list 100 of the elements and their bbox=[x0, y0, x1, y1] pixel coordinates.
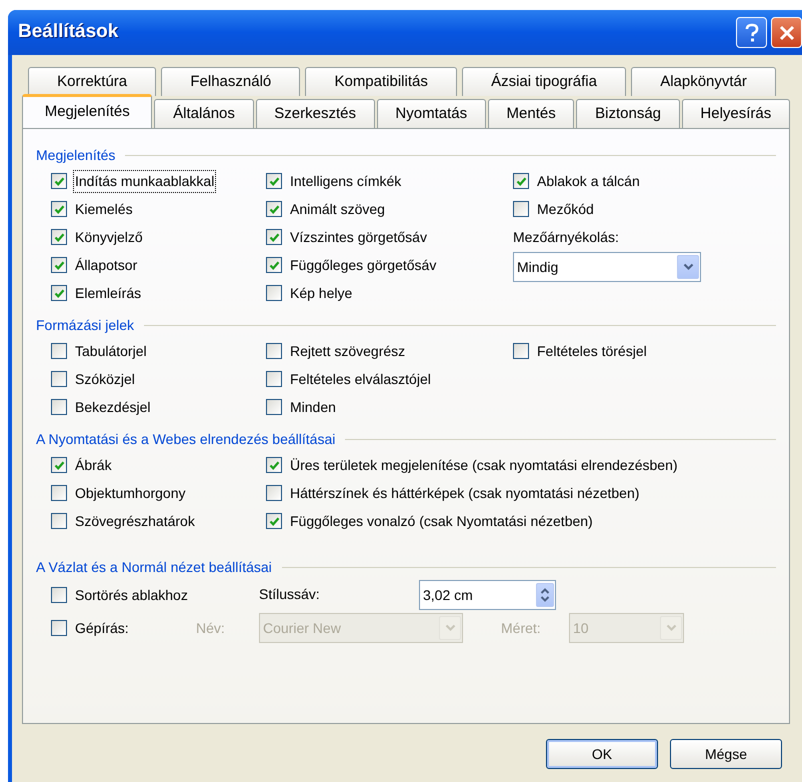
dropdown-arrow-button[interactable] bbox=[677, 255, 699, 279]
checkbox[interactable] bbox=[266, 257, 282, 273]
tab[interactable]: Alapkönyvtár bbox=[631, 67, 776, 96]
checkbox-label: Intelligens címkék bbox=[289, 172, 402, 191]
checkbox-label: Bekezdésjel bbox=[74, 398, 152, 417]
close-button[interactable] bbox=[771, 17, 802, 48]
checkbox[interactable] bbox=[266, 343, 282, 359]
checkbox-label: Állapotsor bbox=[74, 256, 138, 275]
checkbox[interactable] bbox=[266, 485, 282, 501]
checkbox-label: Rejtett szövegrész bbox=[289, 342, 406, 361]
checkbox-label: Indítás munkaablakkal bbox=[74, 170, 216, 192]
checkmark-icon bbox=[268, 516, 280, 526]
checkbox[interactable] bbox=[51, 399, 67, 415]
checkmark-icon bbox=[268, 260, 280, 270]
tab[interactable]: Korrektúra bbox=[28, 67, 156, 96]
checkmark-icon bbox=[516, 176, 526, 186]
checkmark-icon bbox=[54, 176, 64, 186]
checkbox-label: Üres területek megjelenítése (csak nyomtatási elrendezésben) bbox=[289, 456, 679, 475]
tab[interactable]: Ázsiai tipográfia bbox=[462, 67, 626, 96]
checkbox[interactable] bbox=[51, 485, 67, 501]
spin-buttons[interactable] bbox=[536, 583, 554, 607]
checkbox[interactable] bbox=[51, 201, 67, 217]
tab[interactable]: Nyomtatás bbox=[376, 99, 486, 128]
checkbox-label: Függőleges vonalzó (csak Nyomtatási nézetben) bbox=[289, 512, 594, 531]
dialog-button[interactable]: Mégse bbox=[670, 739, 782, 769]
tab[interactable]: Helyesírás bbox=[682, 99, 790, 128]
checkbox[interactable] bbox=[51, 587, 67, 603]
tab[interactable]: Biztonság bbox=[576, 99, 680, 128]
help-button[interactable] bbox=[736, 17, 767, 48]
checkbox-label: Szóközjel bbox=[74, 370, 136, 389]
checkbox[interactable] bbox=[51, 229, 67, 245]
checkbox[interactable] bbox=[266, 201, 282, 217]
checkbox-label: Gépírás: bbox=[74, 618, 130, 638]
field-label: Név: bbox=[196, 618, 225, 638]
field-label: Stílussáv: bbox=[259, 586, 320, 602]
spin-field[interactable]: 3,02 cm bbox=[419, 580, 556, 610]
checkbox-label: Animált szöveg bbox=[289, 200, 386, 219]
checkbox[interactable] bbox=[513, 173, 529, 189]
group-heading: Formázási jelek bbox=[36, 316, 134, 335]
tab[interactable]: Kompatibilitás bbox=[305, 67, 457, 96]
checkbox[interactable] bbox=[51, 343, 67, 359]
checkbox-label: Vízszintes görgetősáv bbox=[289, 228, 428, 247]
checkbox[interactable] bbox=[266, 399, 282, 415]
checkbox-label: Tabulátorjel bbox=[74, 342, 148, 361]
checkbox[interactable] bbox=[266, 285, 282, 301]
checkmark-icon bbox=[54, 260, 64, 270]
checkbox[interactable] bbox=[51, 513, 67, 529]
window-title: Beállítások bbox=[18, 20, 118, 44]
checkbox[interactable] bbox=[266, 513, 282, 529]
close-icon bbox=[778, 24, 794, 40]
chevron-down-icon bbox=[444, 624, 456, 632]
checkbox[interactable] bbox=[51, 173, 67, 189]
tab[interactable]: Mentés bbox=[488, 99, 574, 128]
dialog-button[interactable]: OK bbox=[546, 739, 658, 769]
checkmark-icon bbox=[54, 204, 64, 214]
checkbox-label: Ábrák bbox=[74, 456, 113, 474]
tab[interactable]: Szerkesztés bbox=[256, 99, 375, 128]
tab[interactable]: Általános bbox=[154, 99, 254, 128]
checkbox[interactable] bbox=[51, 285, 67, 301]
checkbox[interactable] bbox=[266, 229, 282, 245]
checkbox[interactable] bbox=[266, 371, 282, 387]
field-label: Mezőárnyékolás: bbox=[513, 228, 619, 247]
checkbox[interactable] bbox=[266, 173, 282, 189]
group-heading: A Vázlat és a Normál nézet beállításai bbox=[36, 558, 272, 576]
checkbox[interactable] bbox=[51, 457, 67, 473]
checkbox-label: Mezőkód bbox=[536, 200, 595, 218]
checkbox[interactable] bbox=[513, 343, 529, 359]
checkbox-label: Kiemelés bbox=[74, 200, 134, 218]
checkbox-label: Ablakok a tálcán bbox=[536, 172, 641, 190]
checkmark-icon bbox=[54, 232, 64, 242]
checkmark-icon bbox=[268, 232, 280, 242]
dropdown[interactable]: Mindig bbox=[513, 252, 701, 282]
checkmark-icon bbox=[54, 460, 64, 470]
checkbox-label: Minden bbox=[289, 398, 337, 416]
checkbox[interactable] bbox=[51, 257, 67, 273]
checkbox-label: Objektumhorgony bbox=[74, 484, 187, 503]
checkbox-label: Könyvjelző bbox=[74, 228, 144, 247]
checkbox[interactable] bbox=[266, 457, 282, 473]
checkbox[interactable] bbox=[51, 620, 67, 636]
checkmark-icon bbox=[268, 176, 280, 186]
group-heading: Megjelenítés bbox=[36, 146, 116, 165]
checkbox-label: Feltételes elválasztójel bbox=[289, 370, 432, 389]
checkmark-icon bbox=[268, 460, 280, 470]
checkbox[interactable] bbox=[51, 371, 67, 387]
up-down-arrows-icon bbox=[540, 586, 550, 604]
checkbox-label: Szövegrészhatárok bbox=[74, 512, 196, 531]
chevron-down-icon bbox=[666, 624, 676, 632]
field-label: Méret: bbox=[501, 618, 541, 638]
checkbox-label: Kép helye bbox=[289, 284, 354, 303]
checkbox[interactable] bbox=[513, 201, 529, 217]
checkmark-icon bbox=[268, 204, 280, 214]
checkmark-icon bbox=[54, 288, 64, 298]
group-heading: A Nyomtatási és a Webes elrendezés beállításai bbox=[36, 430, 336, 449]
checkbox-label: Függőleges görgetősáv bbox=[289, 256, 438, 275]
tab[interactable]: Megjelenítés bbox=[22, 94, 152, 128]
checkbox-label: Sortörés ablakhoz bbox=[74, 586, 189, 604]
checkbox-label: Feltételes törésjel bbox=[536, 342, 648, 361]
chevron-down-icon bbox=[682, 263, 694, 271]
tab[interactable]: Felhasználó bbox=[161, 67, 300, 96]
checkbox-label: Elemleírás bbox=[74, 284, 142, 302]
